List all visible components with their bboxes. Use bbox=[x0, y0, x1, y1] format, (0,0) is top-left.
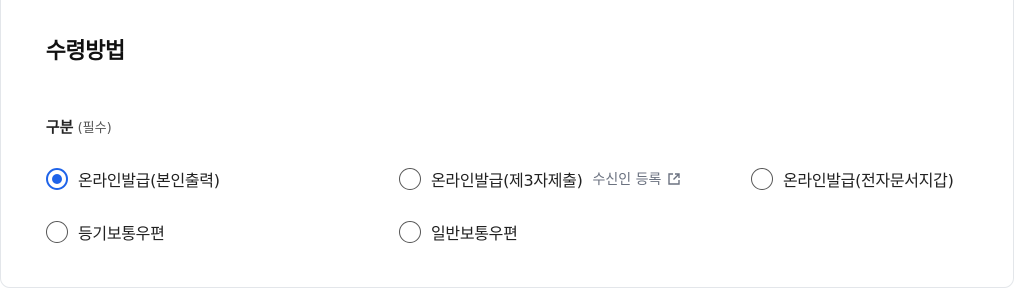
radio-button[interactable] bbox=[399, 168, 421, 190]
radio-button[interactable] bbox=[399, 221, 421, 243]
field-label: 구분 bbox=[46, 118, 74, 136]
radio-button[interactable] bbox=[46, 221, 68, 243]
recipient-register-link[interactable]: 수신인 등록 bbox=[593, 169, 682, 189]
field-label-group: 구분 (필수) bbox=[46, 116, 112, 140]
radio-regular-mail[interactable]: 일반보통우편 bbox=[399, 219, 518, 245]
radio-label: 등기보통우편 bbox=[78, 224, 165, 243]
radio-registered-mail[interactable]: 등기보통우편 bbox=[46, 219, 165, 245]
required-indicator: (필수) bbox=[77, 121, 112, 136]
radio-label: 온라인발급(전자문서지갑) bbox=[783, 171, 954, 190]
radio-button[interactable] bbox=[751, 168, 773, 190]
section-title: 수령방법 bbox=[46, 39, 125, 64]
radio-online-e-wallet[interactable]: 온라인발급(전자문서지갑) bbox=[751, 166, 954, 192]
radio-label: 일반보통우편 bbox=[431, 224, 518, 243]
radio-online-self-print[interactable]: 온라인발급(본인출력) bbox=[46, 166, 220, 192]
external-link-icon bbox=[668, 173, 681, 185]
radio-label: 온라인발급(제3자제출) bbox=[431, 171, 583, 190]
recipient-register-label: 수신인 등록 bbox=[592, 172, 662, 188]
radio-button-checked[interactable] bbox=[46, 168, 68, 190]
radio-label: 온라인발급(본인출력) bbox=[78, 171, 220, 190]
radio-online-third-party[interactable]: 온라인발급(제3자제출) 수신인 등록 bbox=[399, 166, 681, 192]
